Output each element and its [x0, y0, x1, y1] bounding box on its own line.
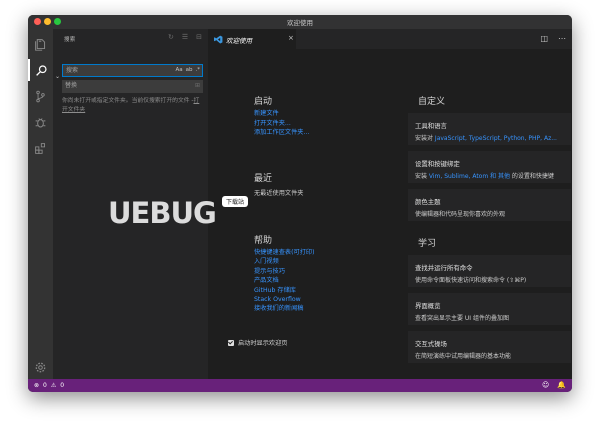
source-control-icon[interactable] — [28, 85, 53, 107]
card-desc: 使编辑器和代码呈现你喜欢的外观 — [415, 211, 506, 218]
tab-label: 欢迎使用 — [226, 37, 252, 45]
sidebar-toolbar: ↻ ☰ ⊟ — [168, 33, 202, 41]
card-desc: 安装对 JavaScript, TypeScript, Python, PHP,… — [415, 135, 557, 142]
activity-bar — [28, 29, 53, 379]
tools-languages-card[interactable]: 工具和语言 安装对 JavaScript, TypeScript, Python… — [408, 113, 571, 145]
card-title: 查找并运行所有命令 — [415, 264, 473, 272]
card-desc: 查看突出显示主要 UI 组件的叠加图 — [415, 315, 509, 322]
status-bar: ⊗ 0 ⚠ 0 ☺ 🔔 — [28, 379, 572, 392]
split-editor-icon[interactable]: ◫ — [540, 34, 548, 43]
match-case-toggle[interactable]: Aa — [175, 66, 182, 75]
debug-icon[interactable] — [28, 111, 53, 133]
status-actions: ☺ 🔔 — [542, 381, 566, 389]
card-title: 工具和语言 — [415, 122, 447, 130]
customize-heading: 自定义 — [418, 97, 446, 107]
error-icon: ⊗ — [34, 382, 40, 389]
card-desc: 使用命令面板快速访问和搜索命令 (⇧⌘P) — [415, 277, 527, 284]
no-folder-message: 你尚未打开或指定文件夹。当前仅搜索打开的文件 -打开文件夹 — [62, 98, 200, 113]
explorer-icon[interactable] — [28, 33, 53, 55]
more-actions-icon[interactable]: ⋯ — [558, 34, 566, 43]
watermark: UEBUG 下载站 — [108, 196, 258, 236]
search-input[interactable] — [66, 65, 161, 76]
watermark-text: UEBUG — [108, 196, 217, 230]
editor-area: 欢迎使用 × ◫ ⋯ 启动 新建文件 打开文件夹... 添加工作区文件夹... … — [208, 29, 572, 379]
collapse-all-icon[interactable]: ⊟ — [196, 33, 202, 41]
warning-count: 0 — [60, 382, 65, 389]
editor-actions: ◫ ⋯ — [540, 34, 566, 43]
warning-icon: ⚠ — [50, 382, 57, 389]
close-icon[interactable]: × — [288, 34, 294, 42]
card-title: 界面概览 — [415, 302, 441, 310]
refresh-icon[interactable]: ↻ — [168, 33, 174, 41]
replace-field: ⊞ — [62, 80, 203, 93]
show-welcome-checkbox[interactable] — [228, 339, 234, 346]
new-file-link[interactable]: 新建文件 — [254, 109, 279, 118]
newsletter-link[interactable]: 接收我们的新闻稿 — [254, 304, 304, 313]
tab-welcome[interactable]: 欢迎使用 × — [208, 29, 296, 49]
command-palette-card[interactable]: 查找并运行所有命令 使用命令面板快速访问和搜索命令 (⇧⌘P) — [408, 255, 571, 287]
feedback-smiley-icon[interactable]: ☺ — [542, 381, 549, 389]
settings-keybindings-card[interactable]: 设置和按键绑定 安装 Vim, Sublime, Atom 和 其他 的设置和快… — [408, 151, 571, 183]
product-docs-link[interactable]: 产品文档 — [254, 276, 279, 285]
interactive-playground-card[interactable]: 交互式操场 在简短演练中试用编辑器的基本功能 — [408, 331, 571, 363]
keyboard-cheatsheet-link[interactable]: 快捷键速查表(可打印) — [254, 248, 315, 257]
error-count: 0 — [43, 382, 47, 389]
vscode-icon — [214, 35, 223, 44]
notifications-bell-icon[interactable]: 🔔 — [557, 381, 566, 389]
replace-input[interactable] — [65, 80, 160, 91]
sidebar-title: 搜索 — [64, 37, 76, 43]
problems-indicator[interactable]: ⊗ 0 ⚠ 0 — [34, 382, 64, 389]
github-repo-link[interactable]: GitHub 存储库 — [254, 286, 296, 295]
tab-bar: 欢迎使用 × ◫ ⋯ — [208, 29, 572, 49]
color-theme-card[interactable]: 颜色主题 使编辑器和代码呈现你喜欢的外观 — [408, 189, 571, 221]
extensions-icon[interactable] — [28, 137, 53, 159]
toggle-replace-chevron-icon[interactable]: ⌄ — [55, 73, 60, 80]
recent-heading: 最近 — [254, 174, 273, 184]
whole-word-toggle[interactable]: ab — [186, 66, 193, 75]
regex-toggle[interactable]: .* — [196, 66, 201, 75]
window-title: 欢迎使用 — [287, 19, 313, 27]
recent-empty-text: 无最近使用文件夹 — [254, 190, 304, 197]
replace-all-icon[interactable]: ⊞ — [195, 82, 200, 89]
startup-option: 启动时显示欢迎页 — [228, 338, 288, 347]
gear-icon[interactable] — [28, 356, 53, 378]
open-folder-link[interactable]: 打开文件夹... — [254, 119, 291, 128]
title-bar: 欢迎使用 — [28, 15, 572, 29]
card-desc: 安装 Vim, Sublime, Atom 和 其他 的设置和快捷键 — [415, 173, 554, 180]
watermark-badge: 下载站 — [222, 196, 249, 207]
learn-heading: 学习 — [418, 239, 437, 249]
add-workspace-folder-link[interactable]: 添加工作区文件夹... — [254, 128, 309, 137]
clear-results-icon[interactable]: ☰ — [182, 33, 188, 41]
card-desc: 在简短演练中试用编辑器的基本功能 — [415, 353, 512, 360]
search-icon[interactable] — [28, 59, 53, 81]
card-title: 颜色主题 — [415, 198, 441, 206]
intro-videos-link[interactable]: 入门视频 — [254, 257, 279, 266]
stack-overflow-link[interactable]: Stack Overflow — [254, 295, 301, 304]
start-heading: 启动 — [254, 97, 273, 107]
interface-overview-card[interactable]: 界面概览 查看突出显示主要 UI 组件的叠加图 — [408, 293, 571, 325]
card-title: 交互式操场 — [415, 340, 447, 348]
tips-and-tricks-link[interactable]: 提示与技巧 — [254, 267, 285, 276]
search-field: Aa ab .* — [62, 64, 203, 77]
card-title: 设置和按键绑定 — [415, 160, 460, 168]
show-welcome-label: 启动时显示欢迎页 — [238, 340, 288, 347]
